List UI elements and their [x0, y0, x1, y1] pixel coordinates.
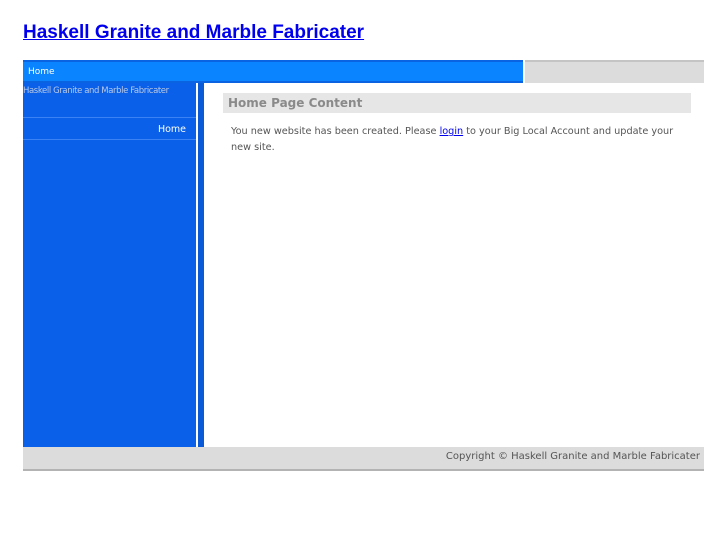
site-title-link[interactable]: Haskell Granite and Marble Fabricater — [23, 20, 364, 46]
footer: Copyright © Haskell Granite and Marble F… — [23, 447, 704, 471]
sidebar-edge-strip — [196, 83, 204, 447]
content-body: You new website has been created. Please… — [231, 124, 681, 155]
sidebar-item-home[interactable]: Home — [23, 117, 196, 140]
content-text-before: You new website has been created. Please — [231, 126, 440, 137]
sidebar: Haskell Granite and Marble Fabricater Ho… — [23, 83, 196, 447]
sidebar-item-label: Home — [157, 124, 186, 135]
topnav-item-home[interactable]: Home — [28, 66, 55, 78]
top-navigation-bar: Home — [23, 60, 523, 83]
sidebar-heading: Haskell Granite and Marble Fabricater — [23, 86, 169, 96]
top-navigation-filler — [525, 60, 704, 83]
content-heading-bar: Home Page Content — [223, 93, 691, 113]
page-heading: Home Page Content — [228, 96, 363, 110]
footer-copyright: Copyright © Haskell Granite and Marble F… — [445, 451, 700, 462]
login-link[interactable]: login — [440, 126, 464, 137]
